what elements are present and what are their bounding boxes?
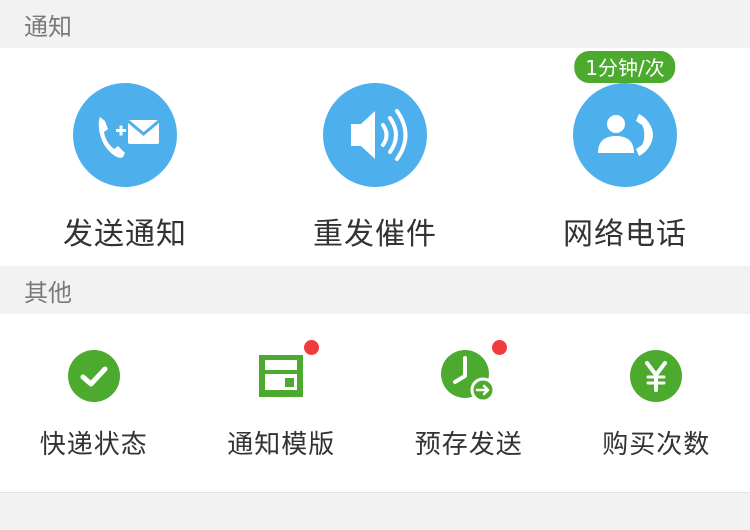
- notification-template-button[interactable]: 通知模版: [196, 314, 366, 492]
- clock-send-icon-wrap: [440, 340, 507, 404]
- notification-template-label: 通知模版: [227, 430, 336, 460]
- scheduled-send-button[interactable]: 预存发送: [384, 314, 554, 492]
- notify-panel: 发送通知 重发催件 1分钟/次 网络电话: [0, 48, 750, 266]
- bottom-strip: [0, 492, 750, 530]
- other-section-title: 其他: [24, 278, 72, 307]
- other-section-header: 其他: [0, 266, 750, 314]
- scheduled-send-label: 预存发送: [414, 430, 523, 460]
- template-notification-dot: [304, 340, 320, 355]
- other-panel: 快递状态 通知模版 预存发送 购买次数: [0, 314, 750, 492]
- clock-send-icon: [440, 350, 496, 403]
- delivery-status-button[interactable]: 快递状态: [9, 314, 179, 492]
- phone-mail-icon: [73, 83, 177, 187]
- scheduled-notification-dot: [491, 340, 507, 355]
- yen-icon: [628, 348, 684, 404]
- network-call-label: 网络电话: [563, 217, 687, 252]
- network-call-button[interactable]: 1分钟/次 网络电话: [515, 48, 735, 266]
- template-icon: [259, 355, 304, 397]
- buy-credits-label: 购买次数: [602, 430, 711, 460]
- resend-reminder-label: 重发催件: [313, 217, 437, 252]
- buy-credits-button[interactable]: 购买次数: [571, 314, 741, 492]
- send-notification-label: 发送通知: [63, 217, 187, 252]
- send-notification-button[interactable]: 发送通知: [15, 48, 235, 266]
- check-icon: [66, 348, 122, 404]
- speaker-icon: [323, 83, 427, 187]
- contact-phone-icon: [573, 83, 677, 187]
- template-icon-wrap: [253, 340, 320, 404]
- delivery-status-label: 快递状态: [39, 430, 148, 460]
- rate-badge: 1分钟/次: [574, 51, 676, 83]
- notify-section-header: 通知: [0, 0, 750, 48]
- notify-section-title: 通知: [24, 12, 72, 41]
- resend-reminder-button[interactable]: 重发催件: [265, 48, 485, 266]
